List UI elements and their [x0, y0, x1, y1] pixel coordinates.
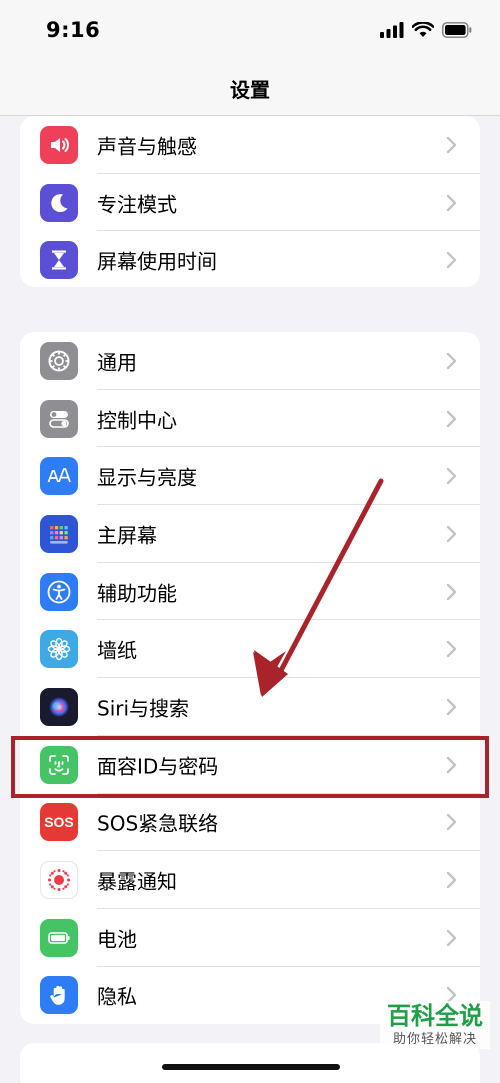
- settings-row-label: SOS紧急联络: [97, 811, 219, 836]
- exposure-icon: [40, 861, 78, 900]
- settings-row-label: Siri与搜索: [97, 696, 190, 721]
- settings-row-label: 控制中心: [97, 408, 177, 433]
- settings-row-display[interactable]: 显示与亮度: [20, 447, 480, 506]
- settings-row-exposure-notifications[interactable]: 暴露通知: [20, 851, 480, 909]
- chevron-right-icon: [446, 871, 457, 889]
- settings-row-control-center[interactable]: 控制中心: [20, 390, 480, 448]
- chevron-right-icon: [446, 525, 457, 543]
- siri-icon: [40, 687, 78, 726]
- text-size-icon: [40, 457, 78, 496]
- settings-row-battery[interactable]: 电池: [20, 909, 480, 967]
- speaker-icon: [40, 125, 78, 164]
- chevron-right-icon: [446, 814, 457, 831]
- settings-row-accessibility[interactable]: 辅助功能: [20, 563, 480, 621]
- cellular-signal-icon: [380, 22, 404, 38]
- settings-row-label: 声音与触感: [97, 134, 197, 159]
- settings-row-label: 主屏幕: [97, 523, 157, 548]
- moon-icon: [40, 183, 78, 222]
- chevron-right-icon: [446, 641, 457, 658]
- settings-row-label: 电池: [97, 927, 137, 952]
- settings-row-label: 通用: [97, 350, 137, 375]
- chevron-right-icon: [446, 252, 457, 269]
- chevron-right-icon: [446, 468, 457, 485]
- settings-row-focus[interactable]: 专注模式: [20, 174, 480, 232]
- settings-row-label: 墙纸: [97, 638, 137, 663]
- status-time: 9:16: [46, 18, 101, 42]
- chevron-right-icon: [446, 194, 457, 211]
- settings-row-general[interactable]: 通用: [20, 332, 480, 390]
- settings-row-label: 屏幕使用时间: [97, 249, 217, 274]
- settings-row-label: 暴露通知: [97, 869, 177, 894]
- toggles-icon: [40, 399, 78, 438]
- navigation-bar: 设置: [0, 62, 500, 116]
- settings-row-label: 辅助功能: [97, 581, 177, 606]
- settings-row-screen-time[interactable]: 屏幕使用时间: [20, 231, 480, 287]
- chevron-right-icon: [446, 352, 457, 370]
- settings-row-emergency-sos[interactable]: SOS SOS紧急联络: [20, 794, 480, 852]
- sos-icon: SOS: [40, 803, 78, 842]
- settings-row-sounds[interactable]: 声音与触感: [20, 116, 480, 174]
- watermark-title: 百科全说: [387, 1002, 483, 1030]
- settings-row-face-id-passcode[interactable]: 面容ID与密码: [20, 736, 480, 794]
- settings-group-1: 声音与触感 专注模式 屏幕使用时间: [20, 116, 480, 287]
- settings-group-2: 通用 控制中心 显示与亮度 主屏幕 辅助功能 墙纸 Siri与搜索 面容ID与密…: [20, 332, 480, 1024]
- watermark-logo: 百科全说 助你轻松解决: [380, 1001, 490, 1049]
- page-title: 设置: [230, 78, 270, 102]
- chevron-right-icon: [446, 698, 457, 716]
- settings-row-siri[interactable]: Siri与搜索: [20, 678, 480, 736]
- hand-icon: [40, 976, 78, 1015]
- battery-icon: [40, 918, 78, 957]
- settings-row-label: 专注模式: [97, 192, 177, 217]
- gear-icon: [40, 341, 78, 380]
- status-icons: [380, 22, 472, 38]
- accessibility-icon: [40, 572, 78, 611]
- settings-group-3-partial: [20, 1043, 480, 1083]
- chevron-right-icon: [446, 756, 457, 773]
- home-grid-icon: [40, 514, 78, 553]
- chevron-right-icon: [446, 583, 457, 600]
- settings-row-label: 显示与亮度: [97, 465, 197, 490]
- face-id-icon: [40, 745, 78, 784]
- status-bar: 9:16: [0, 0, 500, 62]
- wifi-icon: [412, 22, 434, 37]
- hourglass-icon: [40, 241, 78, 280]
- chevron-right-icon: [446, 410, 457, 427]
- chevron-right-icon: [446, 929, 457, 946]
- chevron-right-icon: [446, 136, 457, 154]
- settings-row-label: 面容ID与密码: [97, 754, 219, 779]
- settings-row-label: 隐私: [97, 984, 137, 1009]
- settings-row-home-screen[interactable]: 主屏幕: [20, 505, 480, 563]
- settings-row-wallpaper[interactable]: 墙纸: [20, 620, 480, 679]
- watermark-subtitle: 助你轻松解决: [392, 1032, 477, 1047]
- home-indicator[interactable]: [162, 1064, 340, 1070]
- flower-icon: [40, 630, 78, 669]
- battery-status-icon: [442, 22, 472, 38]
